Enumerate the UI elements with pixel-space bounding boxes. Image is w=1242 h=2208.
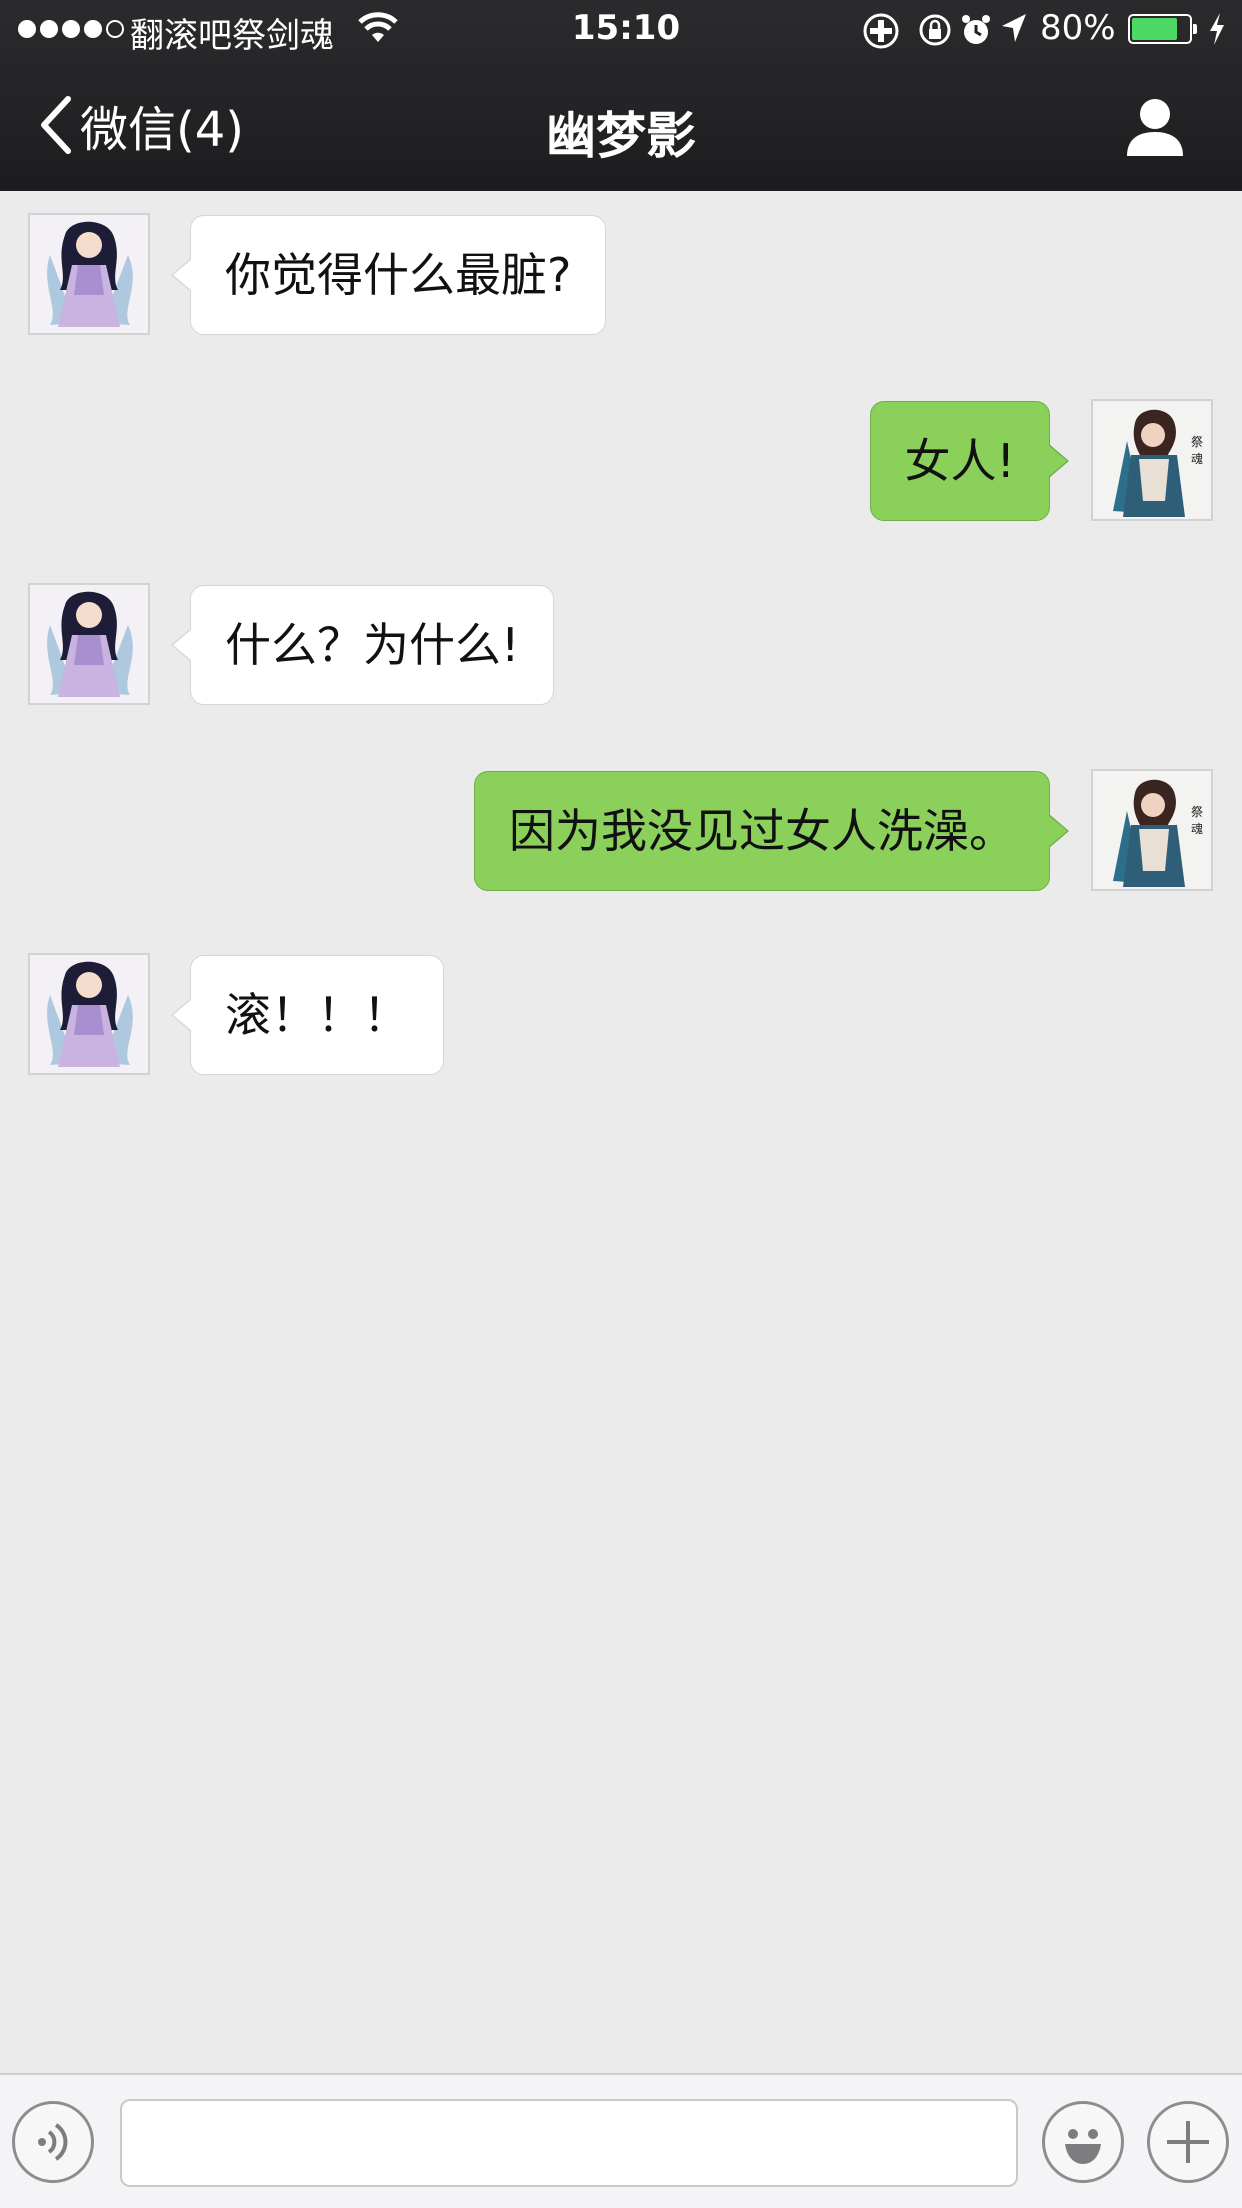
wifi-icon bbox=[358, 12, 398, 42]
voice-icon bbox=[38, 2123, 68, 2161]
message-bubble[interactable]: 女人! bbox=[869, 401, 1070, 521]
self-avatar-image: 祭 魂 bbox=[1093, 771, 1211, 889]
message-outgoing: 因为我没见过女人洗澡。 祭 魂 bbox=[0, 769, 1242, 893]
emoji-icon bbox=[1065, 2129, 1101, 2164]
contact-avatar-image bbox=[30, 215, 148, 333]
input-bar bbox=[0, 2073, 1242, 2208]
chat-area[interactable]: 你觉得什么最脏? 女人! 祭 魂 什么？为什么! 因为我没见过女人洗澡。 祭 魂… bbox=[0, 191, 1242, 2073]
message-bubble[interactable]: 滚！！！ bbox=[171, 955, 444, 1075]
more-button[interactable] bbox=[1147, 2101, 1229, 2183]
sync-icon bbox=[863, 13, 899, 49]
message-incoming: 你觉得什么最脏? bbox=[0, 213, 1242, 337]
battery-icon bbox=[1128, 14, 1197, 44]
top-bar: 翻滚吧祭剑魂 15:10 80% 微信(4) 幽梦影 bbox=[0, 0, 1242, 191]
signal-dot bbox=[84, 20, 102, 38]
signal-dot bbox=[106, 20, 124, 38]
message-bubble[interactable]: 因为我没见过女人洗澡。 bbox=[474, 771, 1069, 891]
emoji-button[interactable] bbox=[1042, 2101, 1124, 2183]
message-bubble[interactable]: 你觉得什么最脏? bbox=[170, 215, 607, 335]
charging-icon bbox=[1210, 13, 1224, 45]
svg-text:祭: 祭 bbox=[1191, 435, 1203, 449]
person-icon[interactable] bbox=[1122, 94, 1188, 160]
voice-button[interactable] bbox=[12, 2101, 94, 2183]
avatar-contact[interactable] bbox=[28, 583, 150, 705]
orientation-lock-icon bbox=[919, 14, 951, 46]
chat-title: 幽梦影 bbox=[546, 107, 696, 165]
plus-icon bbox=[1167, 2121, 1209, 2163]
navigation-bar: 微信(4) 幽梦影 bbox=[0, 62, 1242, 191]
battery-percentage: 80% bbox=[1040, 8, 1116, 48]
battery-fill bbox=[1132, 18, 1177, 40]
contact-avatar-image bbox=[30, 955, 148, 1073]
signal-dot bbox=[62, 20, 80, 38]
message-outgoing: 女人! 祭 魂 bbox=[0, 399, 1242, 523]
message-input[interactable] bbox=[120, 2099, 1018, 2187]
clock: 15:10 bbox=[571, 8, 681, 48]
self-avatar-image: 祭 魂 bbox=[1093, 401, 1211, 519]
avatar-contact[interactable] bbox=[28, 953, 150, 1075]
contact-avatar-image bbox=[30, 585, 148, 703]
avatar-contact[interactable] bbox=[28, 213, 150, 335]
alarm-icon bbox=[962, 15, 990, 44]
message-bubble[interactable]: 什么？为什么! bbox=[170, 585, 555, 705]
svg-text:魂: 魂 bbox=[1191, 821, 1203, 836]
signal-dot bbox=[18, 20, 36, 38]
signal-strength-icon bbox=[18, 20, 124, 38]
carrier-name: 翻滚吧祭剑魂 bbox=[130, 16, 334, 56]
avatar-self[interactable]: 祭 魂 bbox=[1091, 769, 1213, 891]
message-incoming: 滚！！！ bbox=[0, 953, 1242, 1077]
message-incoming: 什么？为什么! bbox=[0, 583, 1242, 707]
avatar-self[interactable]: 祭 魂 bbox=[1091, 399, 1213, 521]
svg-text:魂: 魂 bbox=[1191, 451, 1203, 466]
signal-dot bbox=[40, 20, 58, 38]
svg-text:祭: 祭 bbox=[1191, 805, 1203, 819]
status-bar: 翻滚吧祭剑魂 15:10 80% bbox=[0, 0, 1242, 62]
location-icon bbox=[1002, 14, 1026, 42]
